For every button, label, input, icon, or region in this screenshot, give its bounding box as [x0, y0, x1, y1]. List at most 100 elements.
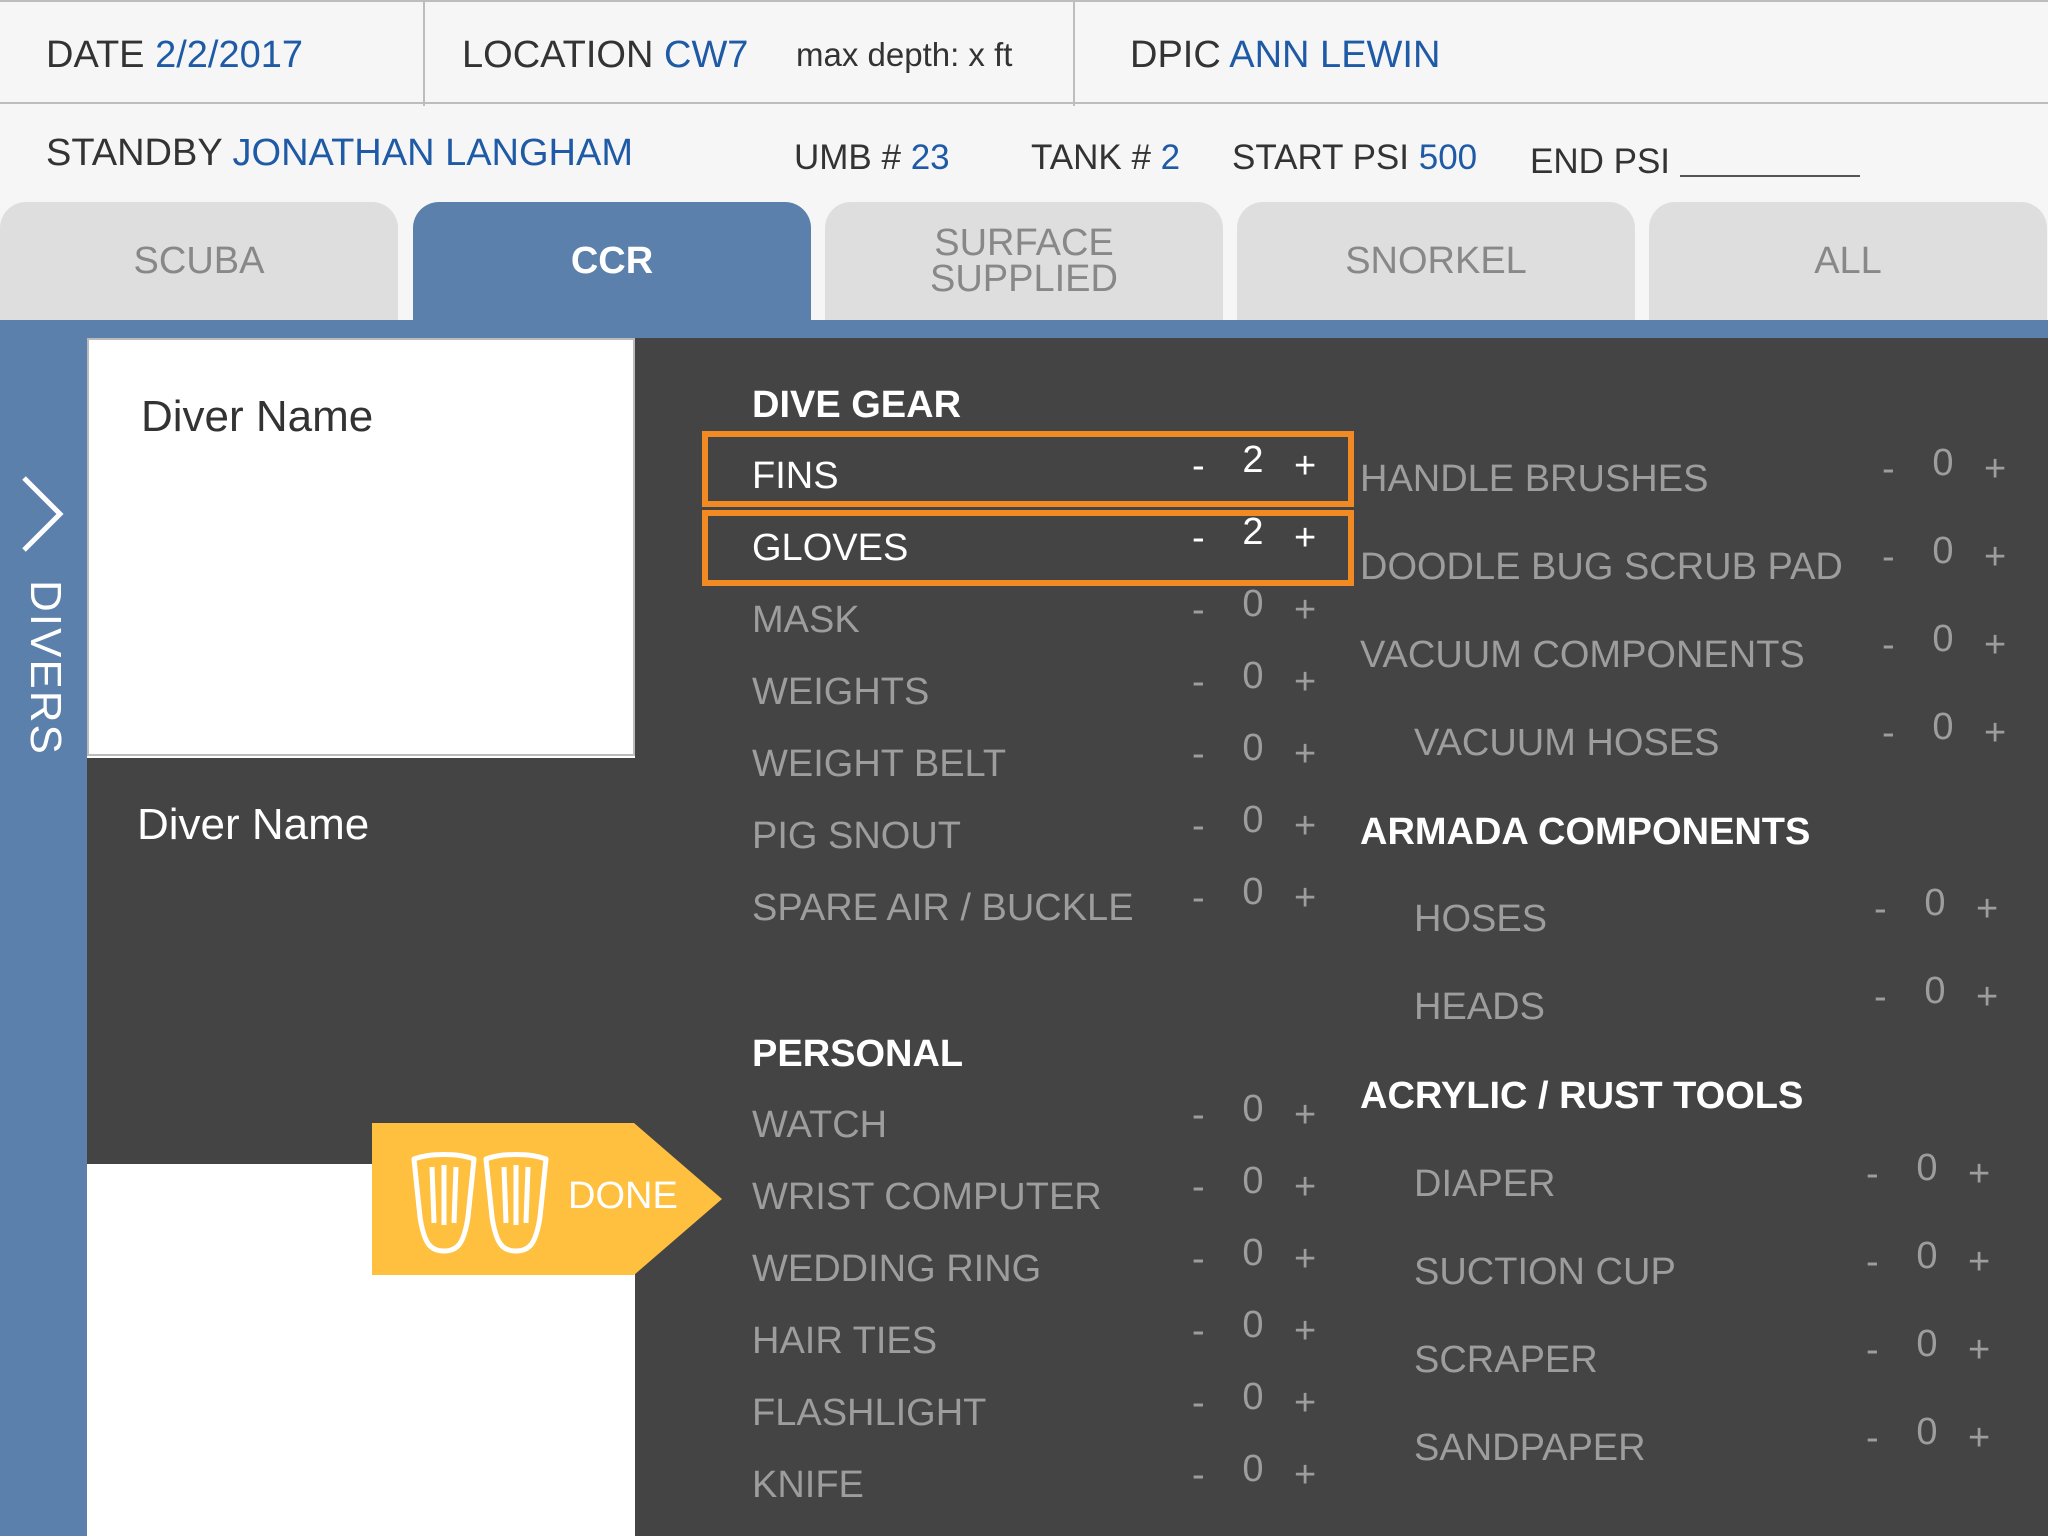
quantity-stepper[interactable]: -0 +	[1192, 1376, 1332, 1432]
increment-button[interactable]: +	[1984, 712, 2006, 755]
increment-button[interactable]: +	[1294, 1094, 1316, 1137]
quantity-value: 0	[1242, 871, 1264, 913]
increment-button[interactable]: +	[1294, 733, 1316, 776]
location-field[interactable]: LOCATION CW7	[462, 34, 748, 77]
quantity-stepper[interactable]: -0 +	[1882, 706, 2022, 762]
increment-button[interactable]: +	[1968, 1241, 1990, 1284]
increment-button[interactable]: +	[1984, 536, 2006, 579]
quantity-stepper[interactable]: -0 +	[1882, 618, 2022, 674]
increment-button[interactable]: +	[1294, 589, 1316, 632]
quantity-stepper[interactable]: -0 +	[1874, 970, 2014, 1026]
diver-card[interactable]: Diver Name	[87, 338, 635, 756]
increment-button[interactable]: +	[1976, 888, 1998, 931]
increment-button[interactable]: +	[1294, 661, 1316, 704]
increment-button[interactable]: +	[1294, 877, 1316, 920]
quantity-stepper[interactable]: -0 +	[1192, 727, 1332, 783]
quantity-value: 0	[1932, 442, 1954, 484]
increment-button[interactable]: +	[1984, 448, 2006, 491]
increment-button[interactable]: +	[1294, 1238, 1316, 1281]
decrement-button[interactable]: -	[1192, 661, 1205, 704]
quantity-stepper[interactable]: -0 +	[1192, 1232, 1332, 1288]
quantity-stepper[interactable]: -0 +	[1192, 1088, 1332, 1144]
quantity-stepper[interactable]: -0 +	[1192, 799, 1332, 855]
decrement-button[interactable]: -	[1192, 805, 1205, 848]
tab-surface-supplied-label: SURFACE SUPPLIED	[930, 222, 1118, 300]
decrement-button[interactable]: -	[1192, 589, 1205, 632]
quantity-stepper[interactable]: -0 +	[1192, 1304, 1332, 1360]
gear-item-label: WEDDING RING	[752, 1248, 1042, 1290]
chevron-right-icon[interactable]	[18, 474, 68, 554]
quantity-stepper[interactable]: -0 +	[1192, 871, 1332, 927]
start-psi-field[interactable]: START PSI 500	[1232, 138, 1477, 178]
increment-button[interactable]: +	[1294, 1310, 1316, 1353]
tab-surface-supplied[interactable]: SURFACE SUPPLIED	[825, 202, 1223, 320]
end-psi-input[interactable]	[1680, 174, 1861, 177]
decrement-button[interactable]: -	[1192, 1166, 1205, 1209]
tab-snorkel[interactable]: SNORKEL	[1237, 202, 1635, 320]
decrement-button[interactable]: -	[1874, 976, 1887, 1019]
decrement-button[interactable]: -	[1192, 1382, 1205, 1425]
gear-item-label: SANDPAPER	[1414, 1427, 1646, 1469]
tab-scuba[interactable]: SCUBA	[0, 202, 398, 320]
increment-button[interactable]: +	[1294, 1454, 1316, 1497]
decrement-button[interactable]: -	[1882, 536, 1895, 579]
quantity-stepper[interactable]: -0 +	[1192, 1160, 1332, 1216]
quantity-stepper[interactable]: -0 +	[1866, 1147, 2006, 1203]
quantity-stepper[interactable]: -0 +	[1882, 442, 2022, 498]
standby-label: STANDBY	[46, 132, 222, 174]
quantity-value: 0	[1242, 727, 1264, 769]
decrement-button[interactable]: -	[1866, 1329, 1879, 1372]
decrement-button[interactable]: -	[1866, 1153, 1879, 1196]
decrement-button[interactable]: -	[1192, 1310, 1205, 1353]
selected-row-highlight	[702, 510, 1354, 586]
end-psi-field[interactable]: END PSI	[1530, 142, 1861, 182]
date-field[interactable]: DATE 2/2/2017	[46, 34, 303, 77]
quantity-stepper[interactable]: -0 +	[1874, 882, 2014, 938]
increment-button[interactable]: +	[1294, 1166, 1316, 1209]
tab-underline	[0, 320, 2048, 338]
increment-button[interactable]: +	[1968, 1417, 1990, 1460]
dpic-field[interactable]: DPIC ANN LEWIN	[1130, 34, 1440, 77]
decrement-button[interactable]: -	[1866, 1241, 1879, 1284]
decrement-button[interactable]: -	[1192, 877, 1205, 920]
dive-gear-heading: DIVE GEAR	[752, 384, 962, 426]
increment-button[interactable]: +	[1984, 624, 2006, 667]
decrement-button[interactable]: -	[1192, 1094, 1205, 1137]
increment-button[interactable]: +	[1294, 805, 1316, 848]
quantity-stepper[interactable]: -0 +	[1866, 1411, 2006, 1467]
tab-ccr[interactable]: CCR	[413, 202, 811, 320]
quantity-stepper[interactable]: -0 +	[1192, 1448, 1332, 1504]
increment-button[interactable]: +	[1976, 976, 1998, 1019]
increment-button[interactable]: +	[1294, 1382, 1316, 1425]
decrement-button[interactable]: -	[1866, 1417, 1879, 1460]
tab-all[interactable]: ALL	[1649, 202, 2047, 320]
standby-value: JONATHAN LANGHAM	[232, 132, 633, 174]
standby-field[interactable]: STANDBY JONATHAN LANGHAM	[46, 132, 633, 175]
quantity-stepper[interactable]: -0 +	[1866, 1235, 2006, 1291]
dpic-value: ANN LEWIN	[1229, 34, 1441, 76]
quantity-stepper[interactable]: -0 +	[1192, 655, 1332, 711]
quantity-stepper[interactable]: -0 +	[1866, 1323, 2006, 1379]
divers-rail-label: DIVERS	[21, 580, 70, 756]
quantity-stepper[interactable]: -0 +	[1192, 583, 1332, 639]
gear-item-label: HANDLE BRUSHES	[1360, 458, 1709, 500]
gear-item-label: SUCTION CUP	[1414, 1251, 1676, 1293]
gear-item-label: DOODLE BUG SCRUB PAD	[1360, 546, 1843, 588]
decrement-button[interactable]: -	[1874, 888, 1887, 931]
tank-field[interactable]: TANK # 2	[1031, 138, 1180, 178]
decrement-button[interactable]: -	[1192, 733, 1205, 776]
decrement-button[interactable]: -	[1192, 1238, 1205, 1281]
decrement-button[interactable]: -	[1882, 712, 1895, 755]
decrement-button[interactable]: -	[1882, 624, 1895, 667]
decrement-button[interactable]: -	[1192, 1454, 1205, 1497]
increment-button[interactable]: +	[1968, 1329, 1990, 1372]
quantity-value: 0	[1242, 1376, 1264, 1418]
location-label: LOCATION	[462, 34, 654, 76]
umb-field[interactable]: UMB # 23	[794, 138, 950, 178]
quantity-stepper[interactable]: -0 +	[1882, 530, 2022, 586]
diver-card-selected[interactable]: Diver Name	[87, 758, 635, 1164]
increment-button[interactable]: +	[1968, 1153, 1990, 1196]
done-button[interactable]: DONE	[372, 1123, 722, 1275]
gear-item-label: HAIR TIES	[752, 1320, 938, 1362]
decrement-button[interactable]: -	[1882, 448, 1895, 491]
